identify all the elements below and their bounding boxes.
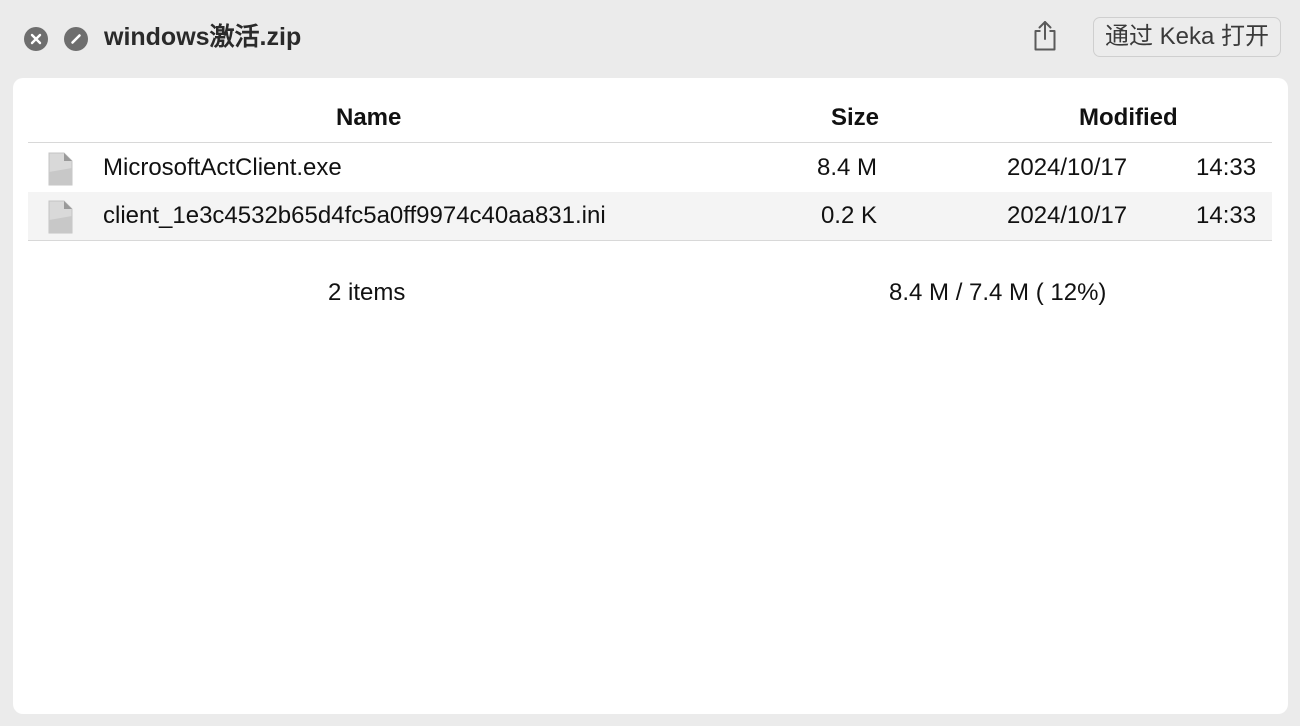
table-bottom-divider <box>28 240 1272 241</box>
file-time: 14:33 <box>1196 154 1257 181</box>
stop-button[interactable] <box>64 27 88 51</box>
title-bar: windows激活.zip 通过 Keka 打开 <box>0 0 1300 76</box>
column-header-size[interactable]: Size <box>831 104 879 132</box>
compression-ratio: 8.4 M / 7.4 M ( 12%) <box>889 279 1107 306</box>
open-with-keka-button[interactable]: 通过 Keka 打开 <box>1093 17 1281 57</box>
document-icon <box>48 200 73 234</box>
table-header: Name Size Modified <box>28 94 1272 143</box>
column-header-name[interactable]: Name <box>336 104 401 132</box>
close-button[interactable] <box>24 27 48 51</box>
share-icon <box>1034 21 1056 51</box>
column-header-modified[interactable]: Modified <box>1079 104 1178 132</box>
item-count: 2 items <box>328 279 406 306</box>
file-size: 0.2 K <box>820 202 877 229</box>
file-name: client_1e3c4532b65d4fc5a0ff9974c40aa831.… <box>103 202 606 229</box>
table-row[interactable]: client_1e3c4532b65d4fc5a0ff9974c40aa831.… <box>28 192 1272 240</box>
window-title: windows激活.zip <box>104 23 302 51</box>
file-date: 2024/10/17 <box>1007 202 1128 229</box>
share-button[interactable] <box>1028 18 1062 54</box>
file-name: MicrosoftActClient.exe <box>103 154 342 181</box>
stop-icon <box>71 34 81 44</box>
archive-preview-window: windows激活.zip 通过 Keka 打开 Name Size Modif… <box>0 0 1300 726</box>
document-icon <box>48 152 73 186</box>
close-icon <box>30 33 42 45</box>
table-row[interactable]: MicrosoftActClient.exe 8.4 M 2024/10/17 … <box>28 144 1272 192</box>
file-size: 8.4 M <box>816 154 877 181</box>
file-time: 14:33 <box>1196 202 1257 229</box>
file-date: 2024/10/17 <box>1007 154 1128 181</box>
file-list: MicrosoftActClient.exe 8.4 M 2024/10/17 … <box>28 144 1272 240</box>
archive-contents-panel: Name Size Modified MicrosoftActClient.ex… <box>13 78 1288 714</box>
